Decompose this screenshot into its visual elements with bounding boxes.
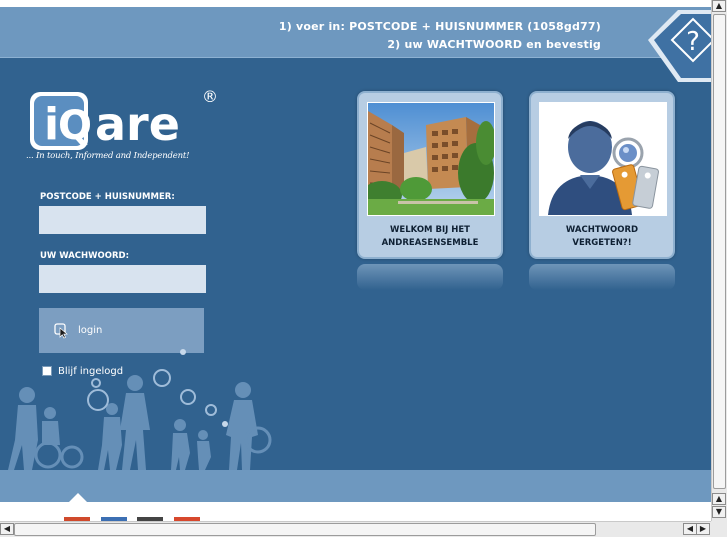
forgot-password-line-2: VERGETEN?! <box>572 238 632 248</box>
scroll-right-button[interactable]: ▶ <box>696 523 710 535</box>
login-page: 1) voer in: POSTCODE + HUISNUMMER (1058g… <box>0 0 711 521</box>
forgot-password-tile-text: WACHTWOORD VERGETEN?! <box>531 224 673 250</box>
forgot-password-line-1: WACHTWOORD <box>565 225 639 235</box>
vertical-scroll-thumb[interactable] <box>713 14 726 489</box>
welcome-tile-reflection <box>357 264 503 290</box>
logo-letter-i: i <box>44 99 59 150</box>
welcome-tile[interactable]: WELKOM BIJ HET ANDREASENSEMBLE <box>357 91 503 259</box>
footer-pointer <box>69 493 87 502</box>
logo-word-are: are <box>95 97 180 151</box>
postcode-input[interactable] <box>39 206 206 234</box>
vertical-scrollbar[interactable]: ▲ ▲ ▼ <box>711 0 727 521</box>
postcode-label: POSTCODE + HUISNUMMER: <box>40 192 175 202</box>
family-silhouettes-illustration <box>8 349 272 470</box>
logo-letter-q: Q <box>58 103 92 149</box>
forgot-password-tile-reflection <box>529 264 675 290</box>
instruction-line-1: 1) voer in: POSTCODE + HUISNUMMER (1058g… <box>278 20 601 33</box>
scroll-up-small-button[interactable]: ▲ <box>712 493 726 505</box>
building-photo <box>367 102 495 216</box>
horizontal-scroll-thumb[interactable] <box>14 523 596 536</box>
welcome-tile-text: WELKOM BIJ HET ANDREASENSEMBLE <box>359 224 501 250</box>
horizontal-scrollbar[interactable]: ◀ ◀ ▶ <box>0 521 711 537</box>
registered-mark: ® <box>202 87 218 106</box>
welcome-tile-line-1: WELKOM BIJ HET <box>390 225 470 235</box>
person-with-keys-image <box>539 102 667 216</box>
password-label: UW WACHWOORD: <box>40 251 129 261</box>
scroll-up-button[interactable]: ▲ <box>712 0 726 12</box>
password-input[interactable] <box>39 265 206 293</box>
instructions-banner: 1) voer in: POSTCODE + HUISNUMMER (1058g… <box>0 7 711 58</box>
login-button-label: login <box>78 325 103 336</box>
bottom-strip <box>0 537 727 545</box>
welcome-tile-line-2: ANDREASENSEMBLE <box>381 238 479 248</box>
help-badge-shape[interactable] <box>648 10 711 82</box>
help-icon[interactable]: ? <box>686 27 700 57</box>
scroll-left-button[interactable]: ◀ <box>0 523 14 535</box>
forgot-password-tile[interactable]: WACHTWOORD VERGETEN?! <box>529 91 675 259</box>
scroll-left-small-button[interactable]: ◀ <box>683 523 697 535</box>
logo-tagline: ... In touch, Informed and Independent! <box>26 151 190 161</box>
top-strip <box>0 0 711 7</box>
scrollbar-corner <box>711 521 727 537</box>
cursor-pointer-icon <box>54 322 68 338</box>
help-button[interactable]: ? <box>648 10 711 82</box>
instruction-line-2: 2) uw WACHTWOORD en bevestig <box>387 38 601 51</box>
scroll-down-button[interactable]: ▼ <box>712 506 726 518</box>
